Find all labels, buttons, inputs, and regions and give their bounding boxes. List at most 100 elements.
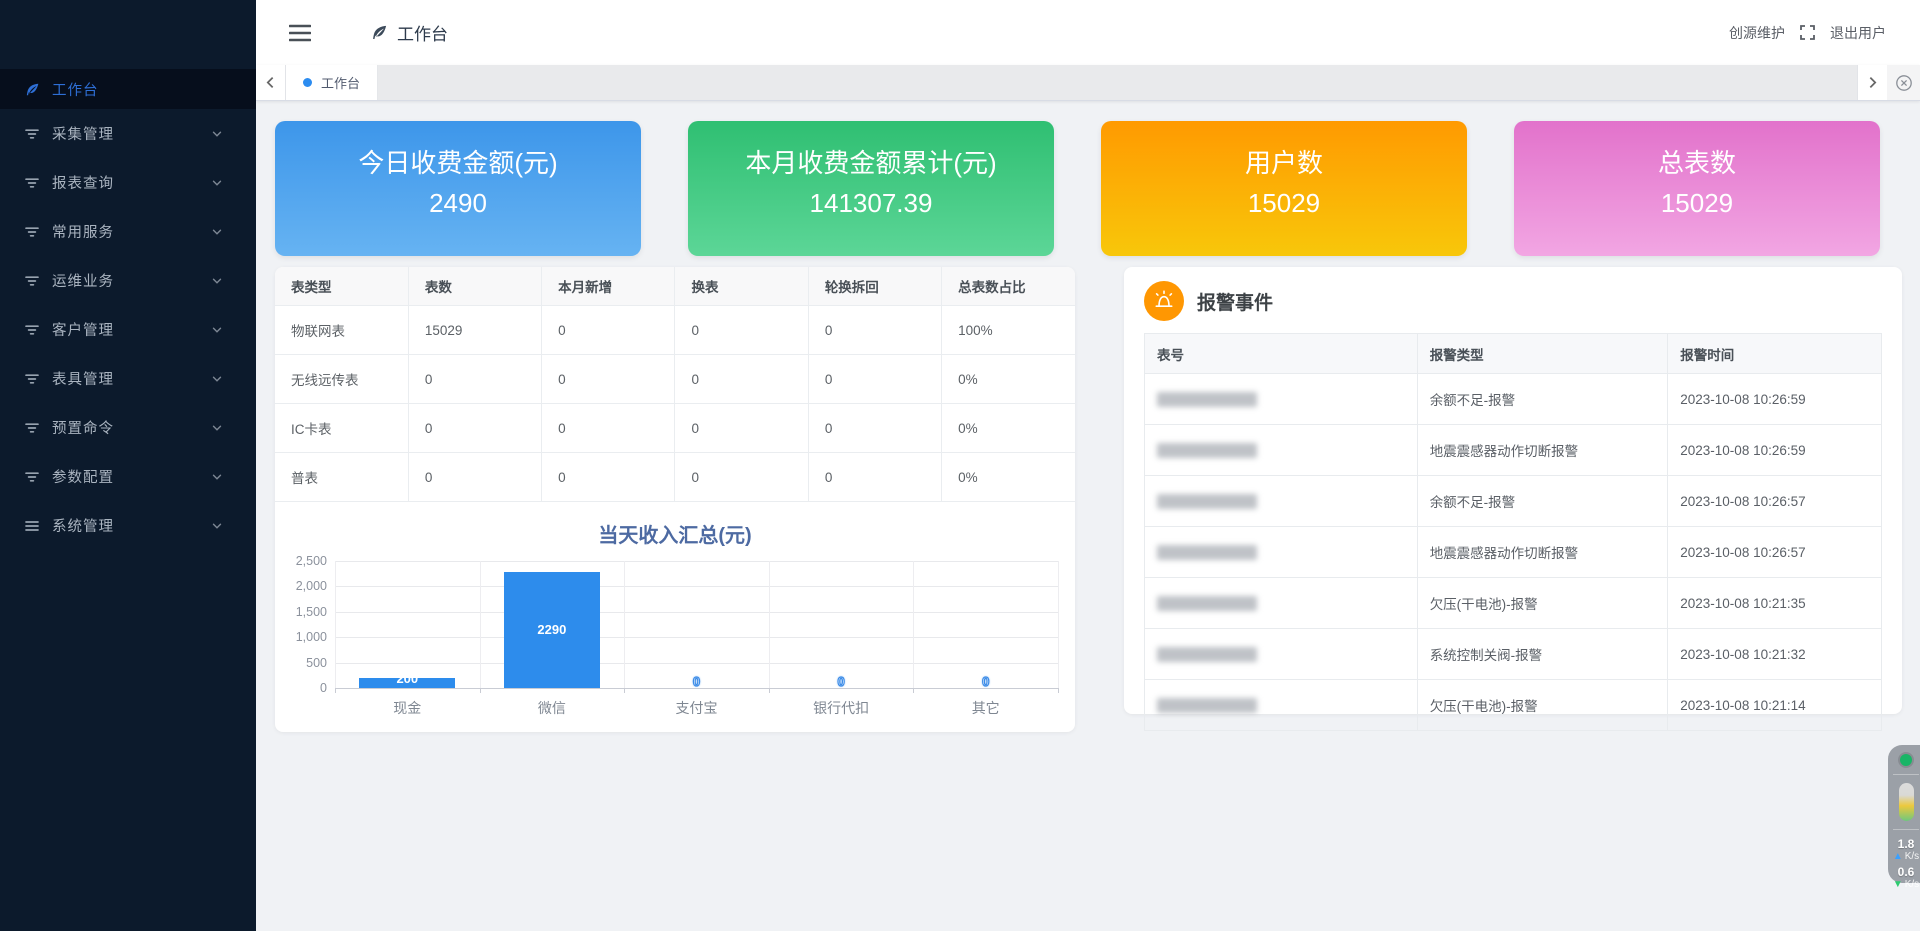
gridline [335, 663, 1058, 664]
stat-card-0: 今日收费金额(元)2490 [275, 121, 641, 256]
meter-cell: 普表 [275, 453, 408, 502]
filter-icon [25, 273, 40, 288]
meter-cell: 0 [808, 355, 941, 404]
status-dot-icon [1900, 754, 1912, 766]
sidebar-item-label: 常用服务 [52, 221, 211, 242]
upload-speed-value: 1.8 [1898, 838, 1915, 851]
x-axis-tick [624, 688, 625, 693]
table-row: 地震震感器动作切断报警2023-10-08 10:26:59 [1145, 425, 1882, 476]
x-axis-tick [1058, 688, 1059, 693]
sidebar-item-5[interactable]: 客户管理 [0, 305, 256, 354]
chart-title: 当天收入汇总(元) [275, 519, 1075, 548]
x-axis-tick [769, 688, 770, 693]
meter-table-header-row: 表类型表数本月新增换表轮换拆回总表数占比 [275, 267, 1075, 306]
topbar: 工作台 创源维护 退出用户 [256, 0, 1920, 65]
alarm-type-cell: 余额不足-报警 [1417, 476, 1668, 527]
stat-card-title: 本月收费金额累计(元) [688, 148, 1054, 178]
alarm-meter-no-cell [1145, 527, 1418, 578]
alarm-type-cell: 欠压(干电池)-报警 [1417, 578, 1668, 629]
page-title: 工作台 [371, 20, 448, 45]
sidebar-item-0[interactable]: 工作台 [0, 69, 256, 109]
filter-icon [25, 126, 40, 141]
meter-cell: 0 [808, 404, 941, 453]
meter-col-header: 表类型 [275, 267, 408, 306]
tab-workbench[interactable]: 工作台 [286, 65, 378, 100]
net-speed-monitor-content: 1.8 ▲K/s 0.6 ▼K/s [1891, 745, 1920, 894]
gridline [335, 561, 1058, 562]
close-tabs-icon[interactable] [1887, 65, 1920, 100]
hamburger-menu-icon[interactable] [289, 24, 311, 42]
stat-card-title: 总表数 [1514, 148, 1880, 178]
meter-cell: 0 [542, 453, 675, 502]
filter-icon [25, 420, 40, 435]
table-row: 余额不足-报警2023-10-08 10:26:59 [1145, 374, 1882, 425]
meter-cell: 无线远传表 [275, 355, 408, 404]
tabs-scroll-right-button[interactable] [1857, 65, 1887, 100]
alarm-table-header-row: 表号报警类型报警时间 [1145, 334, 1882, 374]
down-arrow-icon: ▼ [1893, 879, 1903, 891]
meter-cell: 0 [675, 404, 808, 453]
alarm-events-panel: 报警事件 表号报警类型报警时间 余额不足-报警2023-10-08 10:26:… [1124, 267, 1902, 714]
stat-card-value: 15029 [1101, 188, 1467, 218]
gridline [913, 561, 914, 688]
gridline [335, 561, 336, 688]
chevron-down-icon [211, 128, 223, 140]
menu-lines-icon [25, 518, 40, 533]
meter-cell: 15029 [408, 306, 541, 355]
sidebar-item-8[interactable]: 参数配置 [0, 452, 256, 501]
sidebar-item-label: 报表查询 [52, 172, 211, 193]
stat-cards-row: 今日收费金额(元)2490 本月收费金额累计(元) 141307.39 用户数 1502… [275, 121, 1920, 256]
divider [1893, 829, 1919, 830]
bar-value-label: 0 [837, 674, 844, 689]
alarm-type-cell: 欠压(干电池)-报警 [1417, 680, 1668, 731]
meter-col-header: 换表 [675, 267, 808, 306]
divider [1893, 774, 1919, 775]
fullscreen-icon[interactable] [1799, 24, 1816, 41]
alarm-meter-no-cell [1145, 476, 1418, 527]
logout-link[interactable]: 退出用户 [1830, 23, 1886, 43]
table-row: 物联网表15029000100% [275, 306, 1075, 355]
tabs-scroll-left-button[interactable] [256, 65, 286, 100]
sidebar-item-label: 客户管理 [52, 319, 211, 340]
sidebar-item-label: 采集管理 [52, 123, 211, 144]
filter-icon [25, 371, 40, 386]
chevron-down-icon [211, 373, 223, 385]
sidebar-item-1[interactable]: 采集管理 [0, 109, 256, 158]
meter-cell: 0 [542, 306, 675, 355]
sidebar-nav: 工作台采集管理报表查询常用服务运维业务客户管理表具管理预置命令参数配置系统管理 [0, 69, 256, 550]
sidebar-item-2[interactable]: 报表查询 [0, 158, 256, 207]
alarm-meter-no-cell [1145, 374, 1418, 425]
tab-label: 工作台 [321, 73, 360, 92]
gridline [769, 561, 770, 688]
x-axis-tick [335, 688, 336, 693]
sidebar-item-9[interactable]: 系统管理 [0, 501, 256, 550]
sidebar-item-label: 参数配置 [52, 466, 211, 487]
income-bar-chart: 当天收入汇总(元) 05001,0001,5002,0002,500200现金2… [275, 507, 1075, 732]
net-speed-monitor-widget[interactable]: 1.8 ▲K/s 0.6 ▼K/s [1888, 745, 1920, 883]
sidebar-item-3[interactable]: 常用服务 [0, 207, 256, 256]
stat-card-title: 用户数 [1101, 148, 1467, 178]
gridline [335, 586, 1058, 587]
y-axis-tick-label: 1,000 [275, 630, 327, 644]
table-row: IC卡表00000% [275, 404, 1075, 453]
chevron-down-icon [211, 422, 223, 434]
x-axis-tick [480, 688, 481, 693]
sidebar-item-7[interactable]: 预置命令 [0, 403, 256, 452]
meter-cell: 0 [408, 453, 541, 502]
stat-card-value: 15029 [1514, 188, 1880, 218]
meter-cell: 0 [675, 306, 808, 355]
gauge-pill-icon [1899, 783, 1914, 821]
gridline [624, 561, 625, 688]
stat-card-3: 总表数 15029 [1514, 121, 1880, 256]
x-axis-category-label: 现金 [393, 698, 421, 718]
meter-cell: 0% [942, 355, 1075, 404]
maintainer-link[interactable]: 创源维护 [1729, 23, 1785, 43]
meter-col-header: 表数 [408, 267, 541, 306]
stat-card-value: 141307.39 [688, 188, 1054, 218]
sidebar-item-label: 表具管理 [52, 368, 211, 389]
sidebar-item-6[interactable]: 表具管理 [0, 354, 256, 403]
sidebar-item-4[interactable]: 运维业务 [0, 256, 256, 305]
table-row: 欠压(干电池)-报警2023-10-08 10:21:35 [1145, 578, 1882, 629]
meter-cell: 0 [808, 306, 941, 355]
x-axis-category-label: 其它 [972, 698, 1000, 718]
